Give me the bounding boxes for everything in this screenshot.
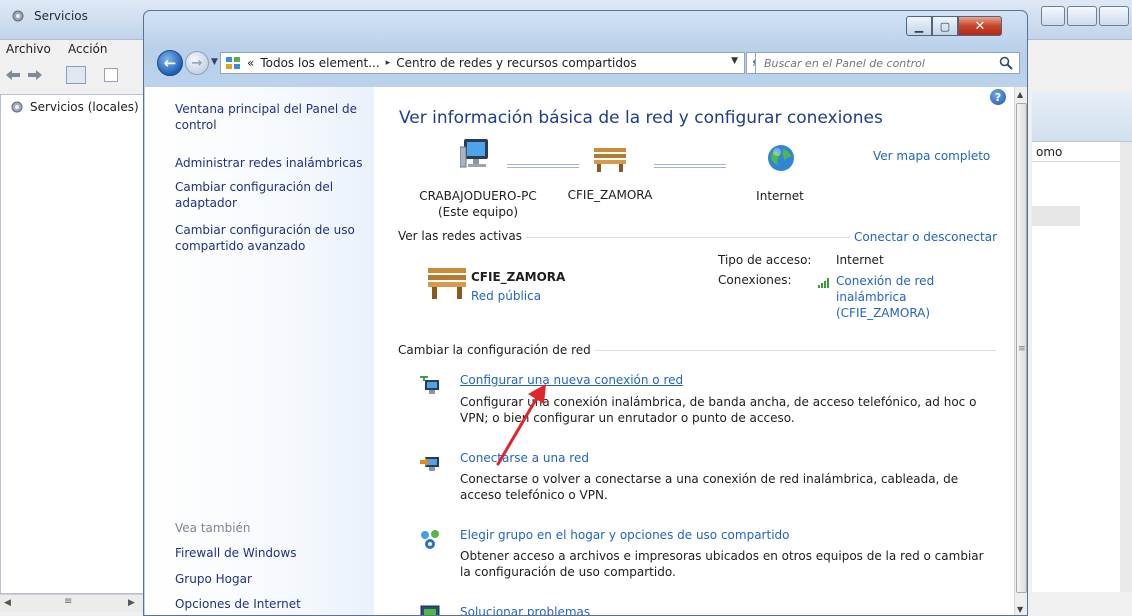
- change-config-heading: Cambiar la configuración de red: [398, 343, 595, 357]
- scroll-left-icon[interactable]: ◀: [4, 598, 11, 608]
- back-arrow-icon: ←: [163, 54, 177, 72]
- wifi-signal-icon: [818, 278, 829, 288]
- network-bench-icon[interactable]: [592, 145, 628, 173]
- maximize-icon: ▢: [939, 19, 951, 33]
- services-close-button[interactable]: [1099, 6, 1129, 26]
- services-selected-row[interactable]: [1032, 206, 1080, 226]
- minimize-button[interactable]: ▁: [906, 16, 932, 36]
- access-type-label: Tipo de acceso:: [718, 253, 812, 267]
- connections-label: Conexiones:: [718, 273, 792, 287]
- close-button[interactable]: ✕: [958, 16, 1002, 36]
- task-troubleshoot-link[interactable]: Solucionar problemas: [460, 605, 590, 615]
- help-icon[interactable]: ?: [990, 89, 1006, 105]
- nav-control-panel-home[interactable]: Ventana principal del Panel de control: [175, 101, 365, 133]
- search-box[interactable]: [755, 52, 1020, 74]
- nav-change-adapter[interactable]: Cambiar configuración del adaptador: [175, 179, 365, 211]
- pc-node-label: CRABAJODUERO-PC (Este equipo): [408, 188, 548, 220]
- main-content: ? Ver información básica de la red y con…: [374, 87, 1014, 616]
- breadcrumb-all-items[interactable]: Todos los element...: [260, 56, 379, 70]
- nav-advanced-sharing[interactable]: Cambiar configuración de uso compartido …: [175, 222, 365, 254]
- new-connection-icon[interactable]: [420, 376, 442, 396]
- task-homegroup-link[interactable]: Elegir grupo en el hogar y opciones de u…: [460, 528, 790, 542]
- scroll-grip-icon: ≡: [64, 596, 73, 607]
- maximize-button[interactable]: ▢: [932, 16, 958, 36]
- access-type-value: Internet: [836, 253, 884, 267]
- main-vertical-scrollbar[interactable]: ▲ ≡ ▼: [1014, 87, 1027, 615]
- computer-icon[interactable]: [460, 137, 494, 171]
- forward-button[interactable]: →: [185, 51, 209, 75]
- address-bar[interactable]: « Todos los element... ▸ Centro de redes…: [220, 52, 745, 74]
- properties-icon[interactable]: [104, 68, 118, 82]
- breadcrumb-separator[interactable]: ▸: [386, 58, 391, 68]
- menu-archivo[interactable]: Archivo: [6, 42, 51, 56]
- column-header-text: omo: [1036, 145, 1063, 159]
- show-tree-button[interactable]: [66, 66, 86, 84]
- see-also-heading: Vea también: [175, 521, 251, 535]
- services-detail-header: [1032, 92, 1132, 142]
- full-map-link[interactable]: Ver mapa completo: [873, 149, 990, 163]
- back-button[interactable]: ←: [157, 50, 183, 76]
- menu-accion[interactable]: Acción: [68, 42, 107, 56]
- scroll-right-icon[interactable]: ▶: [128, 598, 135, 608]
- active-network-name: CFIE_ZAMORA: [471, 270, 566, 284]
- services-maximize-button[interactable]: [1067, 6, 1097, 26]
- control-panel-window: ▁ ▢ ✕ ← → ▼ « Todos los element... ▸ Cen…: [143, 10, 1028, 616]
- task-homegroup-description: Obtener acceso a archivos e impresoras u…: [460, 549, 984, 579]
- window-controls: ▁ ▢ ✕: [906, 16, 1002, 36]
- search-icon[interactable]: [999, 56, 1013, 70]
- pc-name: CRABAJODUERO-PC: [419, 189, 537, 203]
- services-minimize-button[interactable]: [1041, 6, 1065, 26]
- close-icon: ✕: [974, 18, 986, 34]
- services-title: Servicios: [34, 9, 88, 23]
- control-panel-icon: [226, 57, 240, 69]
- link-homegroup[interactable]: Grupo Hogar: [175, 572, 252, 586]
- services-tree: Servicios (locales): [0, 94, 146, 594]
- active-network-bench-icon[interactable]: [426, 264, 468, 304]
- scroll-grip-icon: ≡: [1018, 344, 1026, 354]
- task-connect-network-description: Conectarse o volver a conectarse a una c…: [460, 472, 959, 502]
- recent-pages-dropdown[interactable]: ▼: [211, 57, 218, 67]
- scroll-up-icon[interactable]: ▲: [1017, 90, 1023, 99]
- services-toolbar: [0, 62, 150, 88]
- troubleshoot-icon[interactable]: [420, 605, 442, 616]
- breadcrumb-network-center[interactable]: Centro de redes y recursos compartidos: [396, 56, 636, 70]
- back-forward-icon[interactable]: [4, 68, 44, 82]
- connection-line: [654, 164, 726, 168]
- address-dropdown-icon[interactable]: ▼: [731, 56, 738, 66]
- connect-disconnect-link[interactable]: Conectar o desconectar: [850, 230, 998, 244]
- page-title: Ver información básica de la red y confi…: [399, 108, 883, 128]
- services-vertical-scrollbar[interactable]: [1120, 142, 1132, 592]
- link-windows-firewall[interactable]: Firewall de Windows: [175, 546, 296, 560]
- scroll-thumb[interactable]: ≡: [1016, 103, 1027, 593]
- services-list: [1032, 162, 1120, 592]
- scroll-down-icon[interactable]: ▼: [1017, 605, 1023, 614]
- active-networks-heading: Ver las redes activas: [398, 229, 526, 243]
- services-horizontal-scrollbar[interactable]: ◀ ≡ ▶: [0, 594, 146, 612]
- nav-manage-wireless[interactable]: Administrar redes inalámbricas: [175, 155, 365, 171]
- wireless-connection-link[interactable]: Conexión de red inalámbrica (CFIE_ZAMORA…: [836, 273, 986, 321]
- link-internet-options[interactable]: Opciones de Internet: [175, 597, 301, 611]
- connect-network-icon[interactable]: [420, 454, 442, 474]
- forward-arrow-icon: →: [191, 55, 203, 71]
- tree-item-services-local[interactable]: Servicios (locales): [9, 99, 139, 115]
- internet-node-label: Internet: [756, 189, 804, 203]
- network-type-link[interactable]: Red pública: [471, 289, 541, 303]
- minimize-icon: ▁: [914, 19, 924, 33]
- search-input[interactable]: [764, 56, 984, 70]
- annotation-arrow-icon: [496, 384, 546, 466]
- services-gear-icon: [12, 10, 24, 22]
- network-node-label: CFIE_ZAMORA: [567, 188, 653, 202]
- breadcrumb-prefix: «: [247, 56, 255, 70]
- left-navigation-pane: Ventana principal del Panel de control A…: [145, 87, 374, 615]
- homegroup-icon[interactable]: [418, 529, 442, 551]
- services-gear-icon: [11, 101, 23, 113]
- connection-line: [507, 164, 579, 168]
- pc-subtitle: (Este equipo): [438, 205, 518, 219]
- internet-globe-icon[interactable]: [766, 143, 796, 173]
